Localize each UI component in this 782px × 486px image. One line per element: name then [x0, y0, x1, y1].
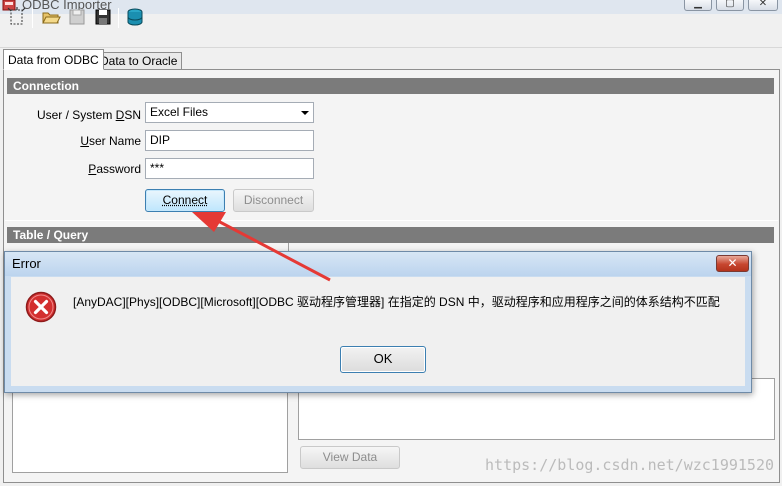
dsn-label: User / System DSN [36, 108, 141, 122]
save-icon[interactable] [66, 6, 88, 28]
disconnect-button[interactable]: Disconnect [233, 189, 314, 212]
minimize-icon: ▁ [694, 0, 702, 9]
error-dialog: Error ✕ [AnyDAC][Phys][ODBC][Microsoft][… [4, 251, 752, 393]
view-data-button[interactable]: View Data [300, 446, 400, 469]
password-label: Password [88, 162, 141, 176]
username-label: User Name [80, 134, 141, 148]
dialog-title: Error [12, 256, 41, 271]
dialog-close-button[interactable]: ✕ [716, 255, 749, 272]
minimize-button[interactable]: ▁ [684, 0, 712, 11]
dialog-body: [AnyDAC][Phys][ODBC][Microsoft][ODBC 驱动程… [11, 277, 745, 386]
dsn-select[interactable]: Excel Files [145, 102, 314, 123]
username-field[interactable]: DIP [145, 130, 314, 151]
tab-data-from-odbc[interactable]: Data from ODBC [3, 49, 104, 70]
toolbar-separator [118, 8, 119, 28]
new-icon[interactable] [6, 6, 28, 28]
password-field[interactable]: *** [145, 158, 314, 179]
maximize-button[interactable]: ▢ [716, 0, 744, 11]
save-as-icon[interactable] [92, 6, 114, 28]
dialog-title-bar [5, 252, 751, 276]
watermark: https://blog.csdn.net/wzc1991520 [485, 456, 774, 474]
section-divider [5, 220, 778, 221]
close-icon: ✕ [758, 0, 768, 9]
close-icon: ✕ [727, 256, 738, 270]
open-folder-icon[interactable] [40, 6, 62, 28]
toolbar-separator [32, 8, 33, 28]
chevron-down-icon[interactable] [301, 111, 309, 115]
ok-button[interactable]: OK [340, 346, 426, 373]
error-message: [AnyDAC][Phys][ODBC][Microsoft][ODBC 驱动程… [73, 295, 720, 309]
table-query-header: Table / Query [7, 227, 774, 243]
dsn-value: Excel Files [150, 105, 209, 119]
close-button[interactable]: ✕ [748, 0, 778, 11]
connection-header: Connection [7, 78, 774, 94]
database-icon[interactable] [124, 6, 146, 28]
connect-button[interactable]: Connect [145, 189, 225, 212]
maximize-icon: ▢ [725, 0, 735, 9]
tab-data-to-oracle[interactable]: Data to Oracle [95, 52, 183, 70]
error-icon [25, 291, 57, 323]
